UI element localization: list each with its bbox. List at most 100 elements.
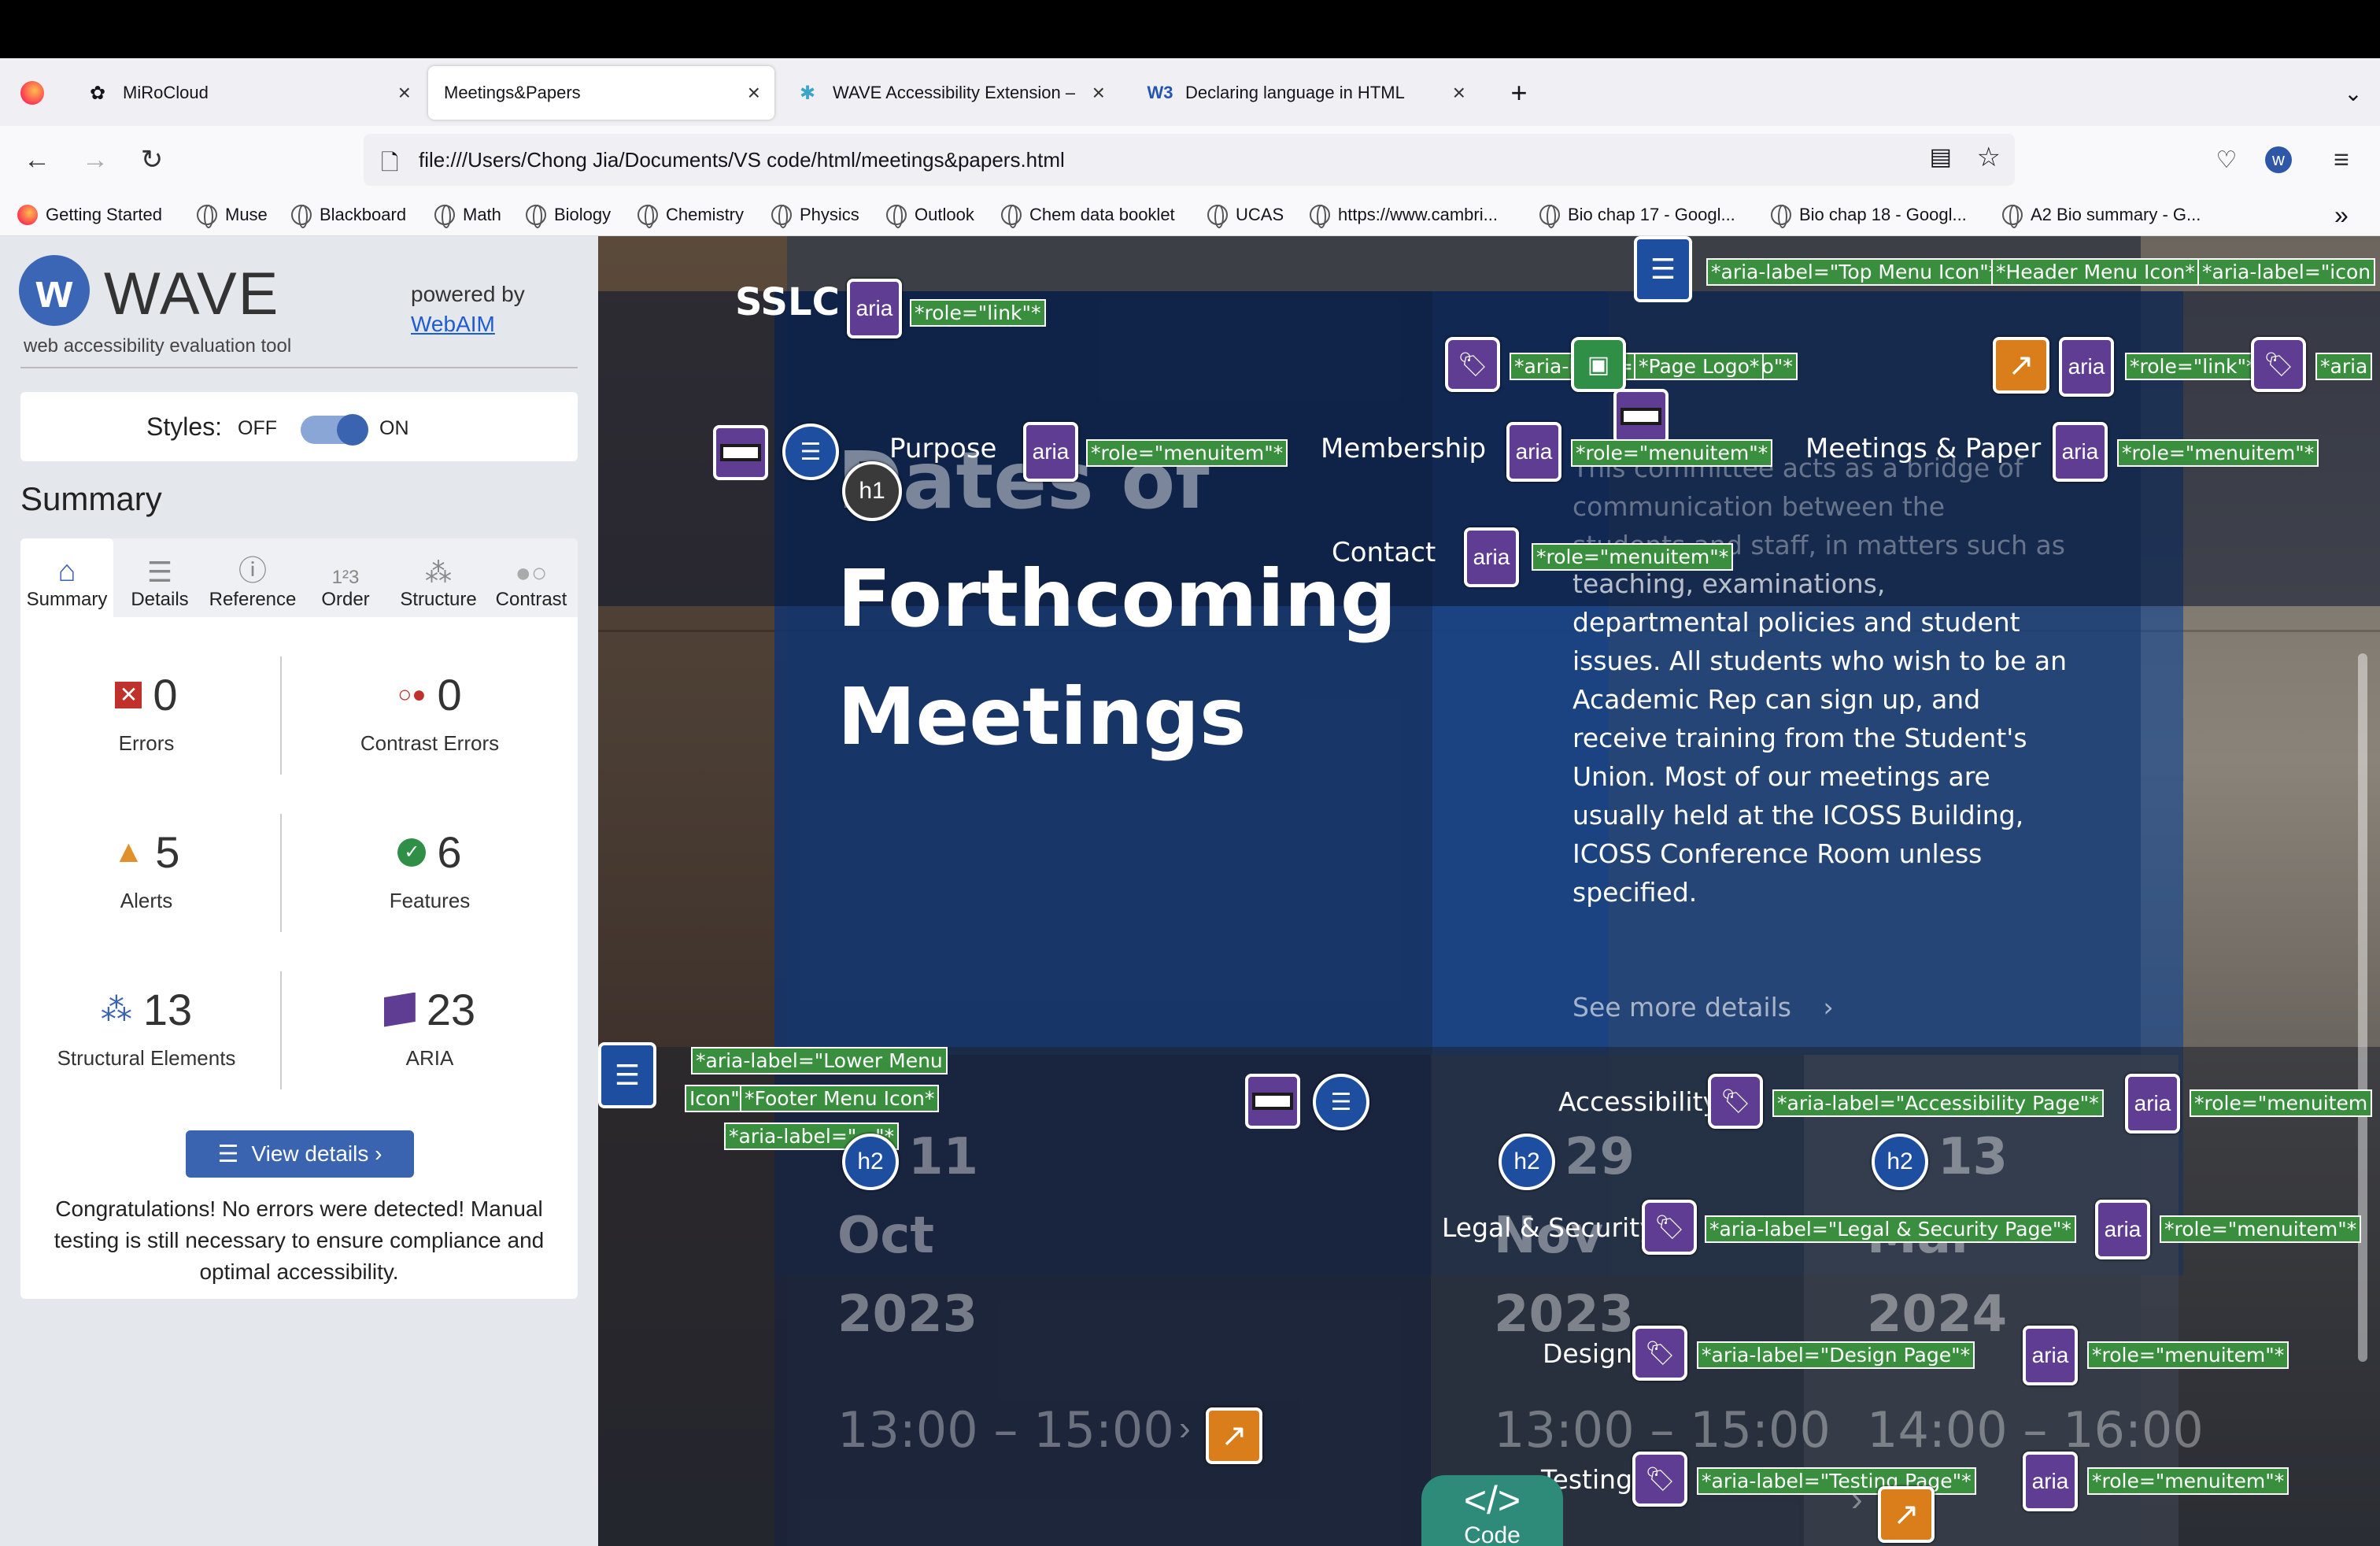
view-details-button[interactable]: ☰ View details ›: [186, 1130, 414, 1178]
list-icon: ☰: [146, 556, 173, 588]
divider: [280, 971, 282, 1089]
bookmark-item[interactable]: Biology: [526, 202, 611, 228]
bookmark-item[interactable]: Physics: [771, 202, 859, 228]
divider: [280, 656, 282, 775]
label-tag-overlay-icon[interactable]: 🏷: [1632, 1452, 1687, 1507]
footer-legal-security[interactable]: Legal & Security: [1442, 1212, 1655, 1243]
alert-overlay-icon[interactable]: ↗: [1206, 1407, 1262, 1464]
reload-icon[interactable]: ↻: [132, 140, 172, 179]
chevron-down-icon[interactable]: ⌄: [2330, 66, 2377, 120]
aria-overlay-icon[interactable]: aria: [2059, 337, 2114, 397]
navigation-overlay-icon[interactable]: ☰: [1634, 236, 1692, 302]
menu-membership[interactable]: Membership: [1321, 433, 1486, 464]
bookmark-item[interactable]: Bio chap 18 - Googl...: [1771, 202, 1967, 228]
stat-contrast-errors[interactable]: ○● 0 Contrast Errors: [312, 669, 548, 756]
bookmark-item[interactable]: Chem data booklet: [1001, 202, 1175, 228]
bookmark-star-icon[interactable]: ☆: [1977, 142, 2001, 173]
h2-overlay-icon[interactable]: h2: [1499, 1134, 1555, 1190]
h2-overlay-icon[interactable]: h2: [842, 1134, 899, 1190]
label-tag-overlay-icon[interactable]: 🏷: [2251, 337, 2306, 392]
hamburger-menu-icon[interactable]: ≡: [2322, 140, 2361, 179]
close-icon[interactable]: ×: [1453, 80, 1465, 105]
firefox-icon: [17, 205, 38, 225]
aria-overlay-icon[interactable]: aria: [847, 279, 902, 338]
close-icon[interactable]: ×: [1092, 80, 1105, 105]
label-tag-overlay-icon[interactable]: 🏷: [1445, 337, 1500, 392]
bookmark-item[interactable]: Blackboard: [291, 202, 406, 228]
alert-overlay-icon[interactable]: ↗: [1878, 1486, 1935, 1543]
chevron-right-icon[interactable]: ›: [1179, 1409, 1191, 1448]
bookmark-item[interactable]: Math: [434, 202, 501, 228]
bookmark-item[interactable]: Bio chap 17 - Googl...: [1539, 202, 1735, 228]
label-tag-overlay-icon[interactable]: 🏷: [1708, 1074, 1763, 1129]
aria-overlay-icon[interactable]: aria: [2125, 1074, 2180, 1134]
aria-overlay-icon[interactable]: aria: [2053, 422, 2108, 482]
aria-overlay-icon[interactable]: aria: [2023, 1452, 2078, 1511]
aria-label-tag: *aria-label="Lower Menu: [691, 1047, 948, 1074]
menu-overlay-icon[interactable]: [1245, 1074, 1300, 1129]
aria-overlay-icon[interactable]: aria: [2095, 1200, 2150, 1259]
menu-overlay-icon[interactable]: [713, 425, 768, 480]
list-overlay-icon[interactable]: ☰: [1313, 1074, 1369, 1130]
footer-design[interactable]: Design: [1543, 1338, 1632, 1369]
url-text: file:///Users/Chong Jia/Documents/VS cod…: [419, 147, 1065, 172]
scrollbar-thumb[interactable]: [2358, 653, 2367, 1362]
bookmark-item[interactable]: Chemistry: [638, 202, 744, 228]
bookmark-item[interactable]: UCAS: [1207, 202, 1284, 228]
tab-wave-extension[interactable]: ✱ WAVE Accessibility Extension – ×: [781, 66, 1119, 120]
tab-order[interactable]: 1²3 Order: [299, 538, 392, 617]
bookmark-item[interactable]: A2 Bio summary - G...: [2002, 202, 2201, 228]
h2-overlay-icon[interactable]: h2: [1872, 1134, 1928, 1190]
webaim-link[interactable]: WebAIM: [411, 312, 495, 337]
stat-alerts[interactable]: ▲ 5 Alerts: [52, 827, 241, 913]
menu-overlay-icon[interactable]: [1613, 389, 1669, 444]
globe-icon: [771, 205, 792, 228]
tab-summary[interactable]: ⌂ Summary: [20, 538, 113, 617]
image-overlay-icon[interactable]: ▣: [1571, 337, 1626, 392]
stat-structural-elements[interactable]: ⁂ 13 Structural Elements: [36, 984, 257, 1071]
stat-aria[interactable]: 23 ARIA: [312, 984, 548, 1071]
wave-puzzle-icon: ✱: [799, 82, 816, 104]
bookmark-item[interactable]: https://www.cambri...: [1310, 202, 1498, 228]
label-tag-overlay-icon[interactable]: 🏷: [1642, 1200, 1697, 1255]
tab-meetings-papers[interactable]: Meetings&Papers ×: [428, 66, 774, 120]
aria-overlay-icon[interactable]: aria: [1506, 422, 1561, 482]
wave-extension-icon[interactable]: w: [2259, 140, 2298, 179]
bookmark-item[interactable]: Outlook: [886, 202, 974, 228]
stat-errors[interactable]: ✕ 0 Errors: [52, 669, 241, 756]
bookmark-item[interactable]: Muse: [197, 202, 268, 228]
close-icon[interactable]: ×: [398, 80, 411, 105]
firefox-menu-icon[interactable]: [8, 66, 57, 120]
aria-overlay-icon[interactable]: aria: [1023, 422, 1078, 482]
footer-accessibility[interactable]: Accessibility: [1558, 1086, 1718, 1117]
alert-overlay-icon[interactable]: ↗: [1993, 337, 2049, 394]
globe-icon: [291, 205, 312, 228]
see-more-link[interactable]: See more details ›: [1572, 992, 1834, 1023]
label-tag-overlay-icon[interactable]: 🏷: [1632, 1326, 1687, 1381]
styles-toggle[interactable]: [301, 414, 368, 446]
aria-overlay-icon[interactable]: aria: [2023, 1326, 2078, 1385]
list-overlay-icon[interactable]: ☰: [782, 423, 839, 480]
h1-overlay-icon[interactable]: h1: [842, 461, 902, 521]
back-arrow-icon[interactable]: ←: [17, 140, 57, 179]
description-line: departmental policies and student: [1572, 607, 2020, 638]
navigation-overlay-icon[interactable]: ☰: [598, 1042, 656, 1108]
pocket-icon[interactable]: ♡: [2207, 140, 2246, 179]
bookmarks-overflow-icon[interactable]: »: [2334, 201, 2349, 229]
code-button[interactable]: </> Code: [1421, 1475, 1563, 1546]
close-icon[interactable]: ×: [748, 80, 760, 105]
site-logo[interactable]: SSLC: [735, 280, 840, 324]
bookmark-item[interactable]: Getting Started: [17, 202, 162, 228]
tab-contrast[interactable]: ●○ Contrast: [485, 538, 578, 617]
aria-overlay-icon[interactable]: aria: [1464, 527, 1519, 587]
new-tab-plus-icon[interactable]: +: [1495, 66, 1543, 120]
reader-view-icon[interactable]: ▤: [1930, 143, 1952, 171]
tab-structure[interactable]: ⁂ Structure: [392, 538, 485, 617]
tab-details[interactable]: ☰ Details: [113, 538, 206, 617]
tab-mirocloud[interactable]: ✿ MiRoCloud ×: [71, 66, 425, 120]
stat-features[interactable]: ✓ 6 Features: [312, 827, 548, 913]
tab-declaring-language[interactable]: W3 Declaring language in HTML ×: [1133, 66, 1480, 120]
forward-arrow-icon[interactable]: →: [76, 140, 115, 179]
tab-reference[interactable]: ⓘ Reference: [206, 538, 299, 617]
url-bar[interactable]: 🗋 file:///Users/Chong Jia/Documents/VS c…: [364, 134, 2015, 186]
